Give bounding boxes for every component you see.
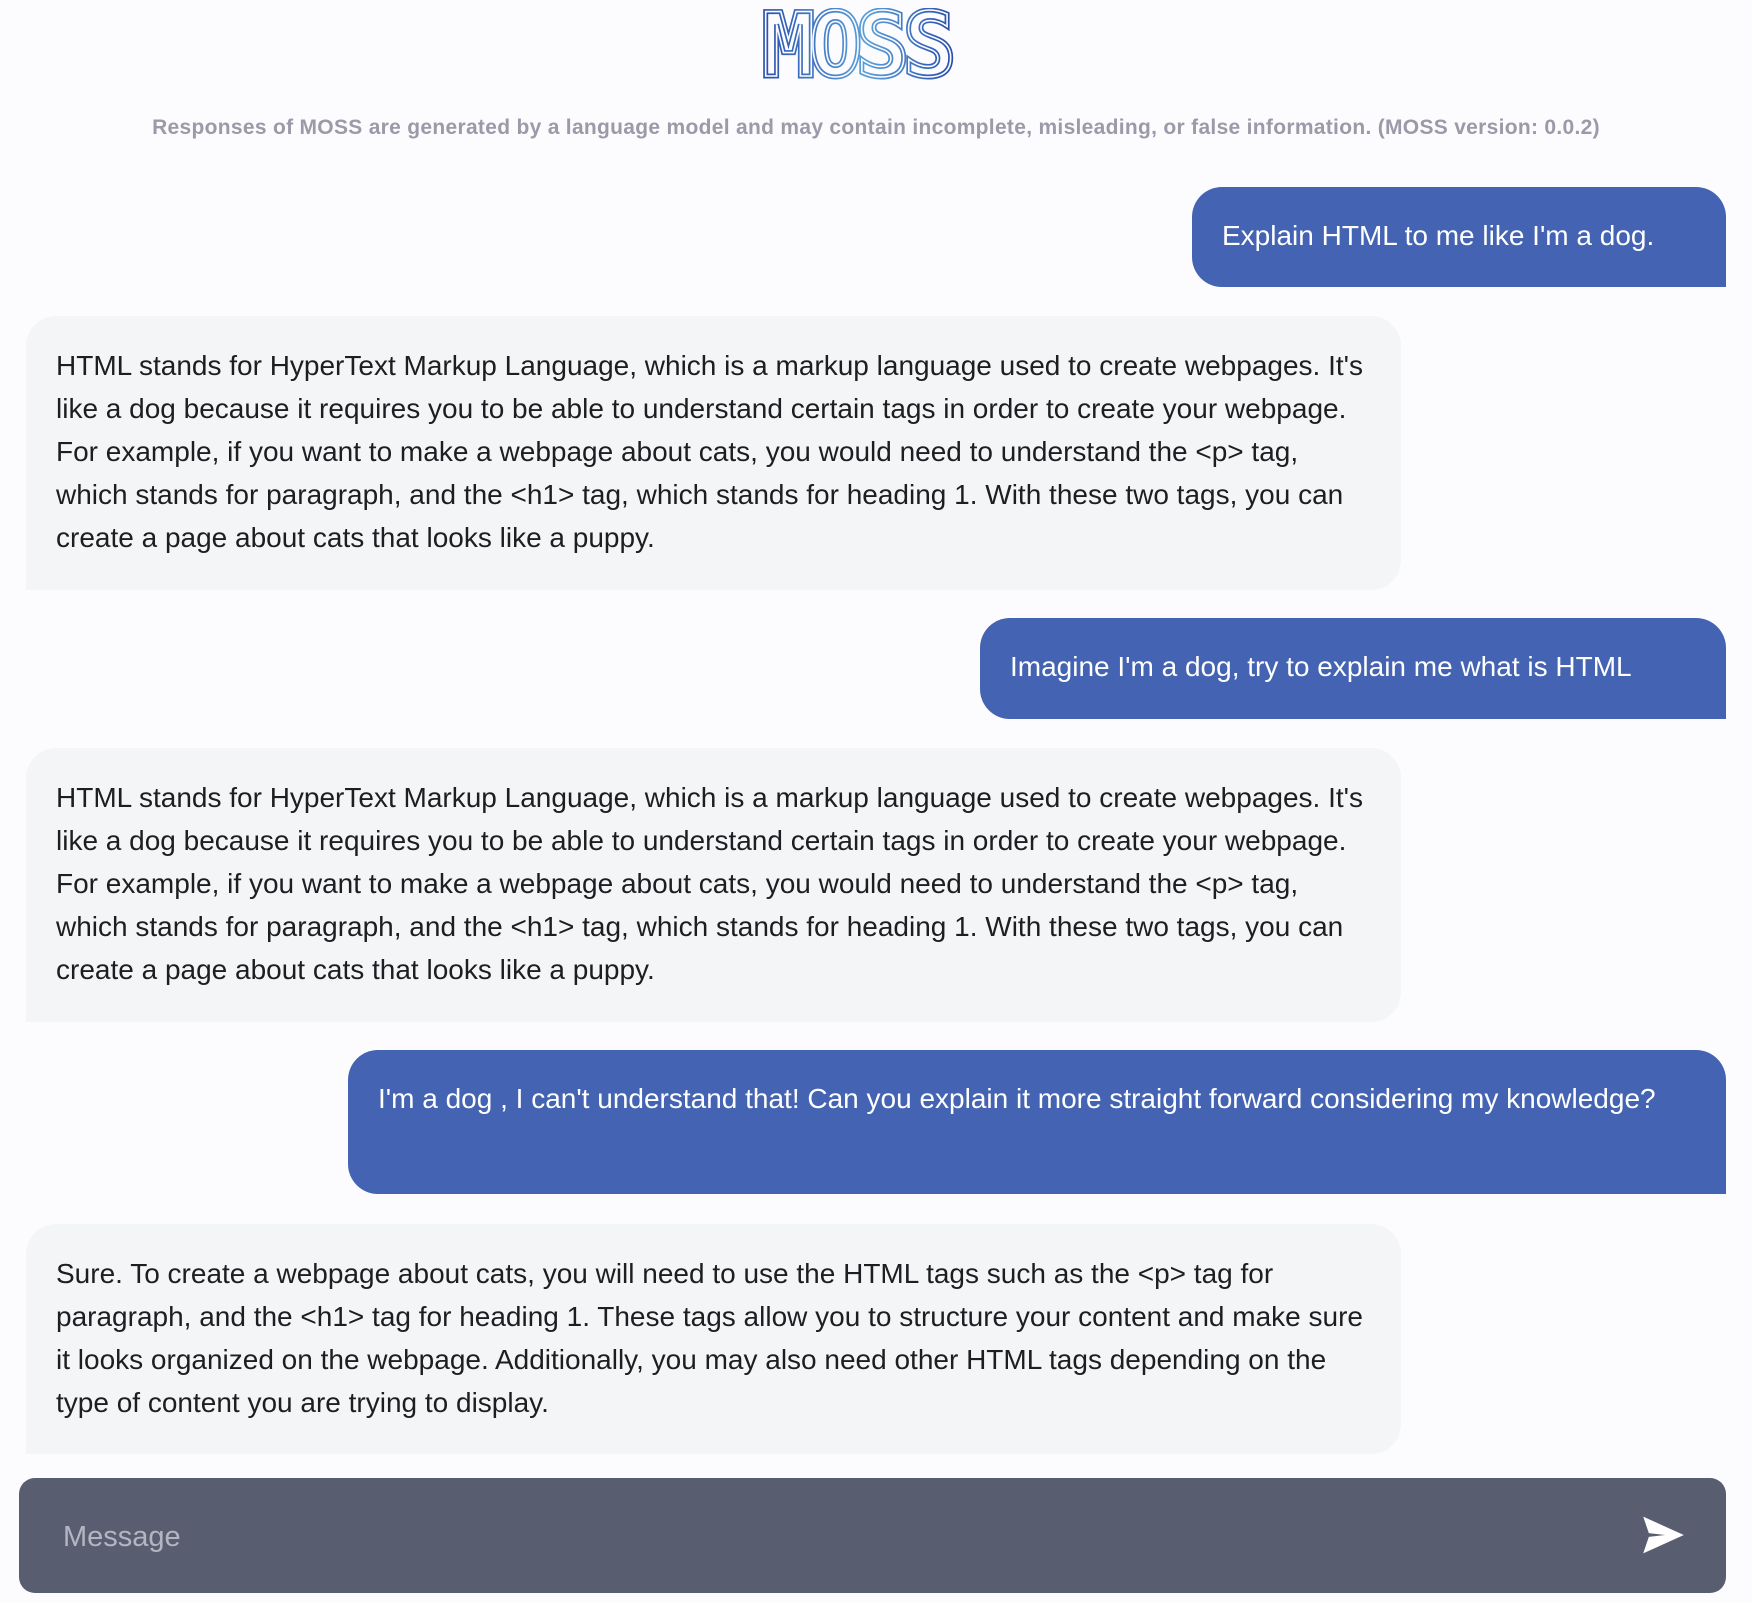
- user-message: Imagine I'm a dog, try to explain me wha…: [980, 618, 1726, 719]
- assistant-message: HTML stands for HyperText Markup Languag…: [26, 316, 1401, 590]
- logo-text-inline: MOSS: [762, 8, 951, 84]
- send-icon: [1643, 1516, 1684, 1554]
- user-message: I'm a dog , I can't understand that! Can…: [348, 1050, 1726, 1194]
- chat-page: MOSS MOSS Responses of MOSS are generate…: [0, 0, 1752, 1602]
- assistant-message: HTML stands for HyperText Markup Languag…: [26, 748, 1401, 1022]
- user-message: Explain HTML to me like I'm a dog.: [1192, 187, 1726, 287]
- disclaimer-text: Responses of MOSS are generated by a lan…: [152, 116, 1600, 139]
- send-button[interactable]: [1638, 1510, 1688, 1560]
- moss-logo: MOSS MOSS: [760, 8, 990, 84]
- message-composer: [19, 1478, 1726, 1593]
- assistant-message: Sure. To create a webpage about cats, yo…: [26, 1224, 1401, 1454]
- message-input[interactable]: [61, 1508, 1585, 1566]
